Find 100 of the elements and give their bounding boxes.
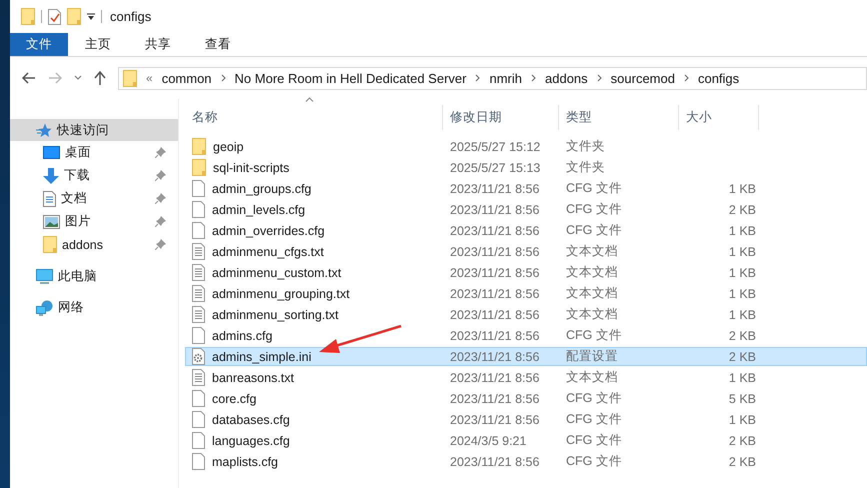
file-type: CFG 文件 (565, 180, 623, 197)
column-header[interactable]: 修改日期 (443, 105, 559, 130)
column-header[interactable]: 类型 (559, 105, 679, 130)
file-row[interactable]: adminmenu_sorting.txt 2023/11/21 8:56 文本文档 1 KB (185, 305, 867, 324)
pin-icon[interactable] (155, 147, 166, 158)
file-row[interactable]: sql-init-scripts 2025/5/27 15:13 文件夹 (185, 158, 867, 177)
dropdown-icon[interactable] (87, 12, 95, 20)
text-file-icon (192, 306, 205, 323)
file-size: 2 KB (728, 350, 757, 364)
file-row[interactable]: admins.cfg 2023/11/21 8:56 CFG 文件 2 KB (185, 326, 867, 345)
text-file-icon (192, 369, 205, 386)
file-icon (192, 453, 205, 470)
file-icon (192, 327, 205, 344)
ribbon-tab[interactable]: 主页 (68, 33, 128, 56)
pin-icon[interactable] (155, 170, 166, 181)
file-name: geoip (213, 140, 244, 154)
breadcrumb[interactable]: sourcemod (610, 70, 675, 86)
file-name: admin_levels.cfg (212, 202, 306, 216)
address-bar[interactable]: « common No More Room in Hell Dedicated Server nmrih addons sourcemod configs (118, 66, 867, 90)
file-icon (192, 411, 205, 428)
recent-dropdown-icon[interactable] (74, 75, 82, 81)
file-size: 2 KB (728, 454, 757, 468)
file-name: maplists.cfg (212, 454, 278, 468)
file-type: 文本文档 (565, 369, 619, 386)
properties-icon[interactable] (48, 8, 61, 24)
file-icon (192, 432, 205, 449)
file-name: sql-init-scripts (213, 160, 290, 174)
file-row[interactable]: admin_overrides.cfg 2023/11/21 8:56 CFG 文件 1 KB (185, 221, 867, 240)
modified-date: 2023/11/21 8:56 (449, 182, 540, 196)
column-header[interactable]: 名称 (185, 105, 443, 130)
chevron-icon (684, 74, 689, 82)
file-row[interactable]: languages.cfg 2024/3/5 9:21 CFG 文件 2 KB (185, 431, 867, 450)
file-row[interactable]: maplists.cfg 2023/11/21 8:56 CFG 文件 2 KB (185, 452, 867, 471)
file-size: 1 KB (728, 370, 757, 384)
breadcrumb[interactable]: common (162, 70, 212, 86)
file-size: 1 KB (728, 182, 757, 196)
file-icon (192, 201, 205, 218)
chevron-icon (531, 74, 536, 82)
file-row[interactable]: core.cfg 2023/11/21 8:56 CFG 文件 5 KB (185, 389, 867, 408)
ribbon-tab[interactable]: 共享 (128, 33, 188, 56)
pin-icon[interactable] (155, 193, 166, 204)
file-row[interactable]: banreasons.txt 2023/11/21 8:56 文本文档 1 KB (185, 368, 867, 387)
sidebar-item[interactable]: 此电脑 (10, 265, 178, 288)
file-row[interactable]: admin_groups.cfg 2023/11/21 8:56 CFG 文件 1 KB (185, 179, 867, 198)
pin-icon[interactable] (155, 216, 166, 227)
file-size: 1 KB (728, 412, 757, 426)
file-row[interactable]: adminmenu_grouping.txt 2023/11/21 8:56 文本文档 1 KB (185, 284, 867, 303)
folder-icon (43, 236, 57, 253)
picture-icon (43, 214, 60, 228)
sidebar-item[interactable]: 图片 (10, 210, 178, 233)
file-type: CFG 文件 (565, 432, 623, 449)
file-row[interactable]: adminmenu_cfgs.txt 2023/11/21 8:56 文本文档 1 KB (185, 242, 867, 261)
breadcrumb[interactable]: nmrih (489, 70, 522, 86)
column-header[interactable]: 大小 (679, 105, 759, 130)
file-icon (192, 390, 205, 407)
file-row[interactable]: adminmenu_custom.txt 2023/11/21 8:56 文本文档 1 KB (185, 263, 867, 282)
star-icon (36, 122, 52, 138)
modified-date: 2023/11/21 8:56 (449, 370, 540, 384)
file-type: CFG 文件 (565, 201, 623, 218)
file-size: 5 KB (728, 392, 757, 406)
chevron-icon (475, 74, 480, 82)
ribbon-tab[interactable]: 文件 (10, 33, 68, 56)
file-name: admins_simple.ini (212, 350, 312, 364)
sidebar-item[interactable]: 下载 (10, 164, 178, 187)
file-size: 1 KB (728, 286, 757, 300)
text-file-icon (192, 264, 205, 281)
file-row[interactable]: admins_simple.ini 2023/11/21 8:56 配置设置 2 KB (185, 347, 867, 366)
sidebar-item[interactable]: addons (10, 233, 178, 256)
file-row[interactable]: geoip 2025/5/27 15:12 文件夹 (185, 137, 867, 156)
file-name: adminmenu_custom.txt (212, 266, 342, 280)
file-name: adminmenu_cfgs.txt (212, 244, 324, 258)
chevron-icon (596, 74, 602, 82)
sidebar-item[interactable]: 桌面 (10, 141, 178, 164)
file-type: 文件夹 (565, 159, 606, 176)
file-type: CFG 文件 (565, 222, 623, 239)
folder-icon (123, 70, 137, 86)
modified-date: 2025/5/27 15:13 (449, 160, 542, 174)
file-name: adminmenu_grouping.txt (212, 286, 350, 300)
breadcrumb[interactable]: configs (698, 70, 740, 86)
modified-date: 2023/11/21 8:56 (449, 392, 540, 406)
sidebar-item[interactable]: 网络 (10, 296, 178, 319)
window-title: configs (110, 9, 152, 24)
breadcrumb[interactable]: No More Room in Hell Dedicated Server (234, 70, 466, 86)
file-row[interactable]: admin_levels.cfg 2023/11/21 8:56 CFG 文件 2 KB (185, 200, 867, 219)
file-row[interactable]: databases.cfg 2023/11/21 8:56 CFG 文件 1 KB (185, 410, 867, 429)
file-type: 文本文档 (565, 264, 619, 281)
ribbon-tab[interactable]: 查看 (188, 33, 248, 56)
file-size: 1 KB (728, 224, 757, 238)
file-type: 文件夹 (565, 138, 606, 155)
breadcrumb[interactable]: addons (545, 70, 588, 86)
overflow-marker[interactable]: « (146, 71, 153, 85)
modified-date: 2025/5/27 15:12 (449, 140, 542, 154)
folder-icon (192, 159, 206, 176)
pin-icon[interactable] (155, 239, 166, 250)
file-name: admin_overrides.cfg (212, 224, 325, 238)
file-type: 文本文档 (565, 285, 619, 302)
file-name: adminmenu_sorting.txt (212, 308, 338, 322)
file-icon (192, 222, 205, 239)
sidebar-item[interactable]: 文档 (10, 187, 178, 210)
sidebar-item[interactable]: 快速访问 (10, 119, 178, 141)
